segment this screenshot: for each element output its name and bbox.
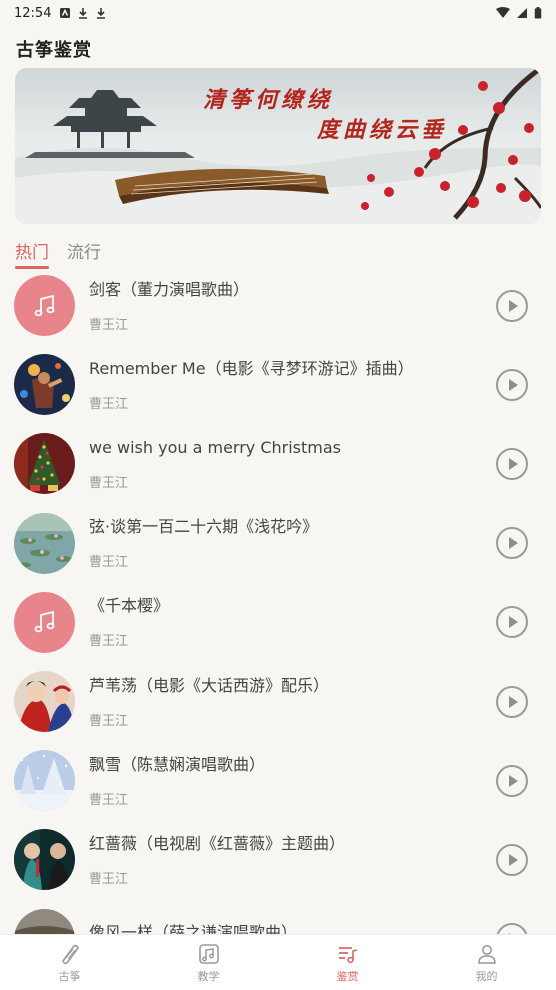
nav-label: 教学 [197,969,220,983]
notification-icon [60,8,71,18]
song-artist: 曹王江 [89,713,129,729]
page-title: 古筝鉴赏 [16,40,92,61]
water-lilies-cover-image [14,512,75,574]
nav-label: 鉴赏 [336,969,359,983]
play-button[interactable] [496,289,528,322]
song-artist: 曹王江 [89,871,129,887]
list-item[interactable]: Remember Me（电影《寻梦环游记》插曲） 曹王江 [0,345,556,424]
song-artist: 曹王江 [89,475,129,491]
banner-poem-line2: 度曲绕云垂 [317,117,448,143]
song-title: 剑客（董力演唱歌曲） [89,279,250,299]
list-item[interactable]: 剑客（董力演唱歌曲） 曹王江 [0,266,556,345]
play-button[interactable] [496,606,528,639]
song-artist: 曹王江 [89,792,129,808]
song-cover [14,908,75,934]
profile-icon [477,944,496,964]
song-artist: 曹王江 [89,317,129,333]
appreciation-icon [338,946,357,963]
song-title: 红蔷薇（电视剧《红蔷薇》主题曲） [89,833,346,853]
list-item[interactable]: 《千本樱》 曹王江 [0,583,556,662]
song-title: Remember Me（电影《寻梦环游记》插曲） [89,358,414,378]
wifi-icon [496,7,510,18]
song-title: 像风一样（薛之谦演唱歌曲） [89,922,298,934]
song-title: 《千本樱》 [89,596,170,616]
snow-cover-image [14,750,75,812]
song-cover [14,591,75,653]
song-cover [14,275,75,337]
play-button[interactable] [496,843,528,876]
status-time: 12:54 [14,5,52,21]
play-button[interactable] [496,685,528,718]
list-item[interactable]: 红蔷薇（电视剧《红蔷薇》主题曲） 曹王江 [0,820,556,899]
music-note-icon [34,294,54,316]
song-cover [14,433,75,495]
list-item[interactable]: 飘雪（陈慧娴演唱歌曲） 曹王江 [0,741,556,820]
nav-label: 古筝 [58,969,81,983]
music-note-icon [34,611,54,633]
song-title: we wish you a merry Christmas [89,437,342,457]
opera-cover-image [14,671,75,733]
song-cover [14,750,75,812]
drama-cover-image [14,829,75,891]
teaching-icon [198,943,219,964]
play-button[interactable] [496,447,528,480]
nav-teaching[interactable]: 教学 [139,935,278,990]
banner-poem-line1: 清筝何缭绕 [203,87,334,113]
song-cover [14,512,75,574]
song-artist: 曹王江 [89,634,129,650]
song-cover [14,829,75,891]
christmas-tree-cover-image [14,433,75,495]
song-list: 剑客（董力演唱歌曲） 曹王江 Remember Me（电影《寻梦环游记》插曲） … [0,266,556,934]
play-button[interactable] [496,764,528,797]
nav-label: 我的 [475,969,498,983]
song-cover [14,671,75,733]
tab-popular[interactable]: 流行 [67,238,101,269]
list-item[interactable]: 像风一样（薛之谦演唱歌曲） [0,900,556,934]
song-title: 飘雪（陈慧娴演唱歌曲） [89,754,266,774]
category-tabs: 热门 流行 [15,238,101,269]
landscape-cover-image [14,908,75,934]
download-icon [79,8,88,19]
signal-icon [517,8,527,18]
list-item[interactable]: 弦·谈第一百二十六期《浅花吟》 曹王江 [0,504,556,583]
banner[interactable]: 清筝何缭绕 度曲绕云垂 [15,68,541,224]
song-artist: 曹王江 [89,555,129,571]
play-button[interactable] [496,527,528,560]
song-artist: 曹王江 [89,396,129,412]
nav-appreciation[interactable]: 鉴赏 [278,935,417,990]
status-bar: 12:54 [0,0,556,26]
coco-cover-image [14,354,75,416]
song-title: 芦苇荡（电影《大话西游》配乐） [89,675,330,695]
play-button[interactable] [496,368,528,401]
nav-profile[interactable]: 我的 [417,935,556,990]
song-cover [14,354,75,416]
nav-guzheng[interactable]: 古筝 [0,935,139,990]
guzheng-icon [61,944,79,964]
tab-hot[interactable]: 热门 [15,238,49,269]
download-icon [97,8,106,19]
list-item[interactable]: 芦苇荡（电影《大话西游》配乐） 曹王江 [0,662,556,741]
song-title: 弦·谈第一百二十六期《浅花吟》 [89,517,319,537]
bottom-nav: 古筝 教学 鉴赏 我的 [0,934,556,990]
list-item[interactable]: we wish you a merry Christmas 曹王江 [0,424,556,503]
battery-icon [534,7,542,19]
